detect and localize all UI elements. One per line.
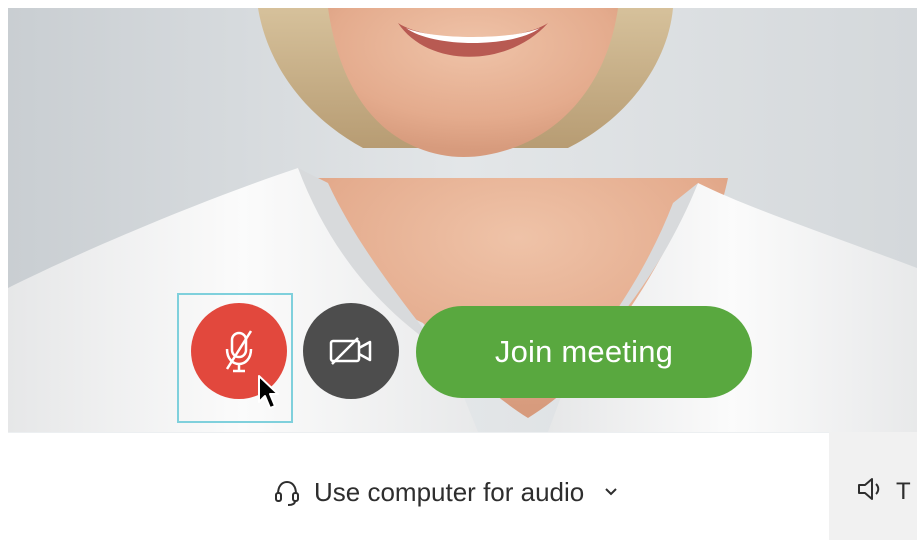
headset-icon (272, 477, 302, 507)
mute-button[interactable] (191, 303, 287, 399)
meeting-preview-window: Join meeting Use computer for audio T (0, 0, 917, 540)
speaker-icon (856, 475, 886, 510)
audio-connection-label: Use computer for audio (314, 476, 585, 507)
speaker-test-button[interactable]: T (856, 474, 911, 510)
video-off-icon (329, 337, 372, 365)
speaker-test-label: T (896, 478, 911, 505)
video-button[interactable] (303, 303, 399, 399)
audio-connection-dropdown[interactable]: Use computer for audio (272, 474, 620, 510)
join-meeting-button[interactable]: Join meeting (416, 306, 752, 398)
chevron-down-icon (602, 483, 620, 501)
microphone-muted-icon (225, 330, 253, 373)
